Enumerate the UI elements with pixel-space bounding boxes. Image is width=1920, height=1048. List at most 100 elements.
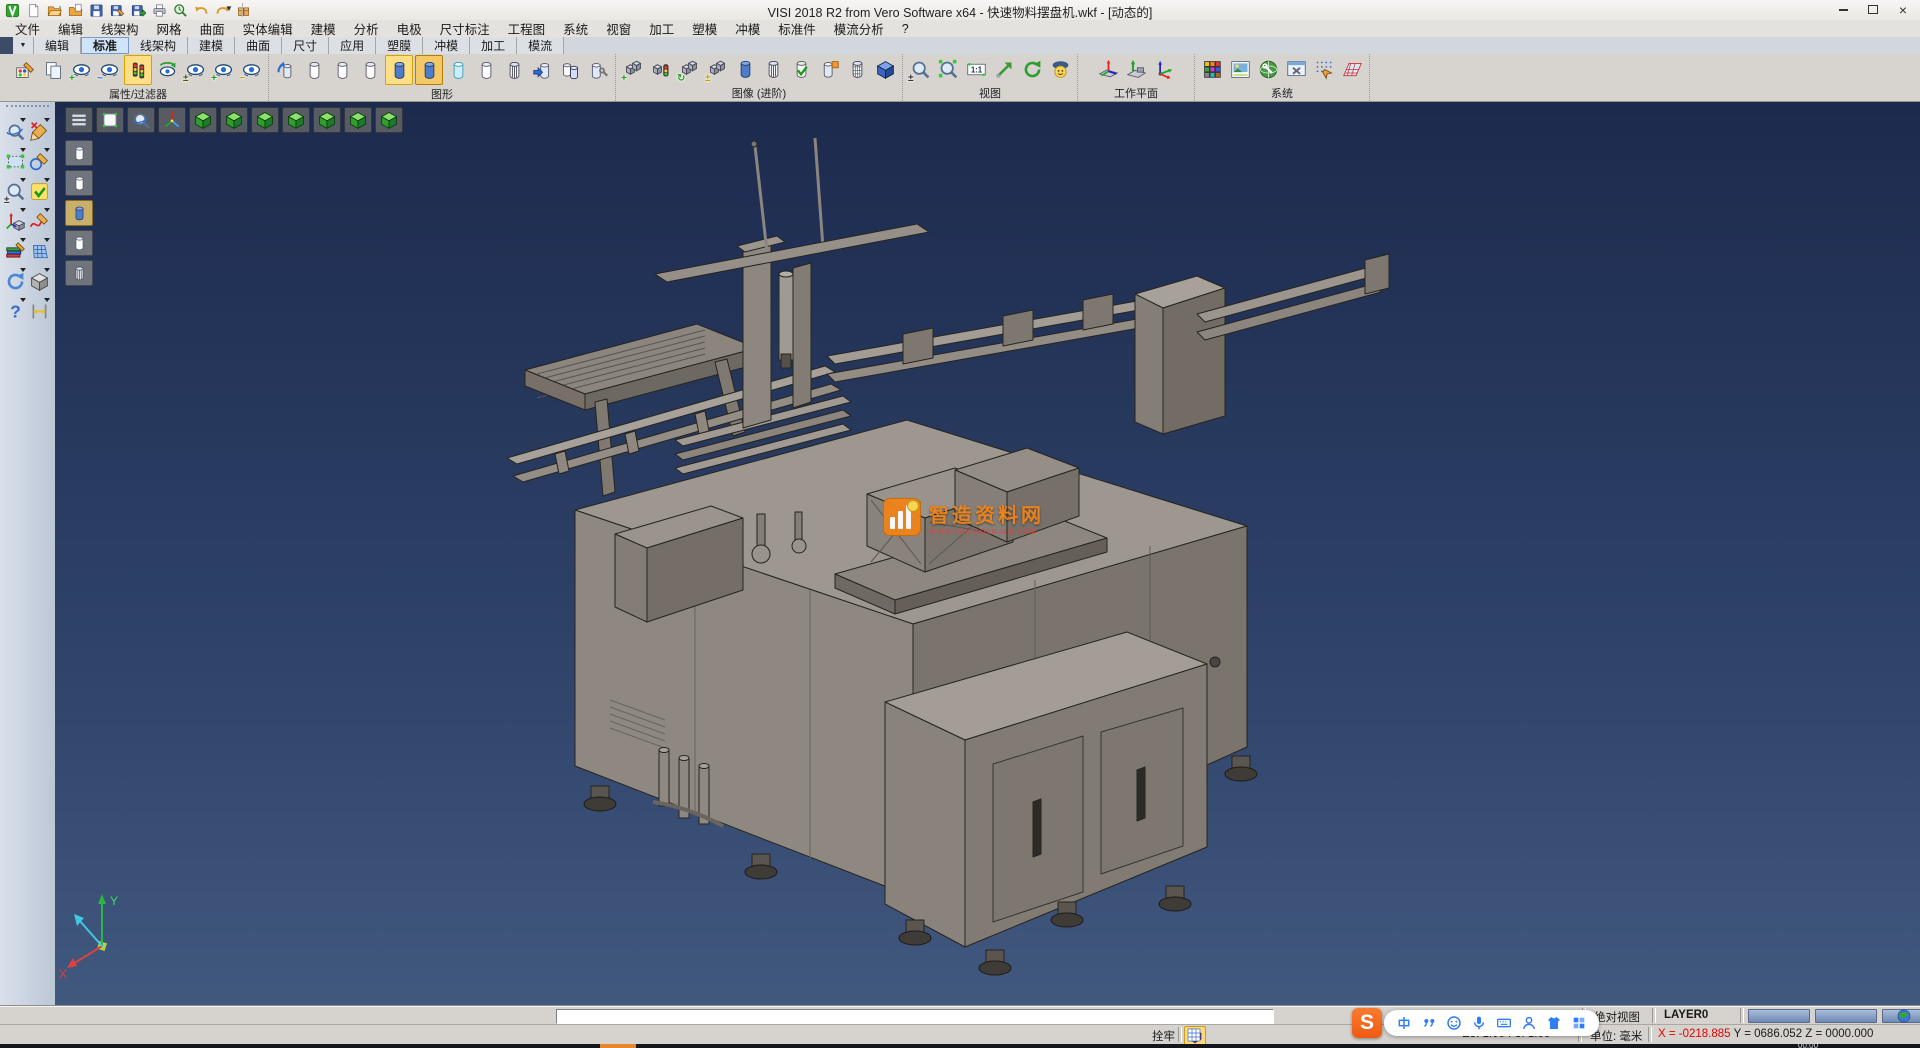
- show-hide-toggle-icon[interactable]: ±: [182, 56, 208, 84]
- tab-wireframe[interactable]: 线架构: [129, 37, 188, 54]
- zoom-dynamic-icon[interactable]: [991, 56, 1017, 84]
- group-visibility-icon[interactable]: ±: [704, 56, 730, 84]
- layer-empty-a-icon[interactable]: [301, 56, 327, 84]
- workplane-on-entity-icon[interactable]: [1123, 56, 1149, 84]
- copy-attributes-icon[interactable]: [40, 56, 66, 84]
- tab-progress[interactable]: 冲模: [423, 37, 470, 54]
- view-iso-button[interactable]: [375, 107, 403, 133]
- undo-icon[interactable]: [192, 1, 210, 19]
- help-icon[interactable]: [3, 296, 27, 326]
- tab-edit[interactable]: 编辑: [34, 37, 81, 54]
- ime-account-icon[interactable]: [1521, 1015, 1537, 1031]
- insert-file-icon[interactable]: [66, 1, 84, 19]
- circle-draw-icon[interactable]: [27, 146, 51, 176]
- workplane-rotate-icon[interactable]: [1151, 56, 1177, 84]
- tag-solid-icon[interactable]: [816, 56, 842, 84]
- show-all-icon[interactable]: +: [210, 56, 236, 84]
- tab-flow[interactable]: 模流: [517, 37, 564, 54]
- layer-slot-2[interactable]: [65, 170, 93, 196]
- menu-drawing[interactable]: 工程图: [499, 19, 555, 38]
- absolute-view-indicator[interactable]: 绝对视图: [1594, 1009, 1640, 1025]
- menu-surface[interactable]: 曲面: [191, 19, 234, 38]
- menu-edit[interactable]: 编辑: [49, 19, 92, 38]
- close-button[interactable]: ×: [1888, 0, 1918, 19]
- ime-menu-icon[interactable]: [1571, 1015, 1587, 1031]
- zoom-scale-icon[interactable]: [963, 56, 989, 84]
- ime-punctuation-icon[interactable]: [1421, 1015, 1437, 1031]
- measure-distance-icon[interactable]: [27, 296, 51, 326]
- viewport-menu-button[interactable]: [65, 107, 93, 133]
- color-settings-icon[interactable]: [1199, 56, 1225, 84]
- network-globe-icon[interactable]: [1896, 1008, 1912, 1024]
- tab-modeling[interactable]: 建模: [188, 37, 235, 54]
- copy-to-layer-icon[interactable]: [557, 56, 583, 84]
- layer-blank-icon[interactable]: [473, 56, 499, 84]
- tab-overflow-caret[interactable]: ▼: [13, 37, 34, 54]
- regen-group-icon[interactable]: ↻: [676, 56, 702, 84]
- confirm-ok-icon[interactable]: [27, 176, 51, 206]
- zoom-inout-icon[interactable]: ±: [3, 176, 27, 206]
- visi-logo[interactable]: [3, 1, 21, 19]
- command-prompt-field[interactable]: [556, 1009, 1274, 1024]
- ucs-move-icon[interactable]: [3, 206, 27, 236]
- menu-solid-edit[interactable]: 实体编辑: [234, 19, 302, 38]
- menu-analysis[interactable]: 分析: [345, 19, 388, 38]
- sogou-logo[interactable]: S: [1352, 1008, 1382, 1038]
- menu-standard-parts[interactable]: 标准件: [769, 19, 825, 38]
- attributes-edit-icon[interactable]: [12, 56, 38, 84]
- zoom-window-icon[interactable]: [935, 56, 961, 84]
- 3d-viewport[interactable]: Y X 智造资料网 WWW.ZHIZAOZILIAO.COM: [55, 102, 1920, 1006]
- ime-voice-icon[interactable]: [1471, 1015, 1487, 1031]
- tab-dimension[interactable]: 尺寸: [282, 37, 329, 54]
- view-visibility-icon[interactable]: [1047, 56, 1073, 84]
- axis-orientation-button[interactable]: [158, 107, 186, 133]
- menu-window[interactable]: 视窗: [597, 19, 640, 38]
- ime-keyboard-icon[interactable]: [1496, 1015, 1512, 1031]
- layer-manager-icon[interactable]: [585, 56, 611, 84]
- menu-system[interactable]: 系统: [554, 19, 597, 38]
- view-back-button[interactable]: [313, 107, 341, 133]
- layer-empty-c-icon[interactable]: [357, 56, 383, 84]
- attributes-stack-icon[interactable]: [3, 236, 27, 266]
- show-entities-icon[interactable]: +: [68, 56, 94, 84]
- selection-filter-icon[interactable]: [124, 55, 152, 85]
- layer-slot-3[interactable]: [65, 200, 93, 226]
- minimize-button[interactable]: [1828, 0, 1858, 19]
- snap-settings-icon[interactable]: [1311, 56, 1337, 84]
- layer-slot-4[interactable]: [65, 230, 93, 256]
- view-right-button[interactable]: [282, 107, 310, 133]
- grid-toggle-icon[interactable]: [1184, 1026, 1204, 1044]
- window-layout-icon[interactable]: [1283, 56, 1309, 84]
- zoom-window-select-icon[interactable]: [3, 146, 27, 176]
- menu-file[interactable]: 文件: [6, 19, 49, 38]
- menu-dimension[interactable]: 尺寸标注: [431, 19, 499, 38]
- grid-settings-icon[interactable]: [1339, 56, 1365, 84]
- snap-lock-label[interactable]: 拴牢: [1152, 1028, 1175, 1044]
- shaded-view-icon[interactable]: [872, 56, 898, 84]
- invert-visibility-icon[interactable]: [154, 56, 180, 84]
- zoom-preview-button[interactable]: [127, 107, 155, 133]
- print-icon[interactable]: [150, 1, 168, 19]
- menu-help[interactable]: ?: [893, 22, 918, 36]
- erase-entity-icon[interactable]: [27, 116, 51, 146]
- view-top-button[interactable]: [189, 107, 217, 133]
- tab-machining[interactable]: 加工: [470, 37, 517, 54]
- print-preview-icon[interactable]: [171, 1, 189, 19]
- ime-emoji-icon[interactable]: [1446, 1015, 1462, 1031]
- view-bottom-button[interactable]: [344, 107, 372, 133]
- save-as-icon[interactable]: [108, 1, 126, 19]
- tab-mould[interactable]: 塑膜: [376, 37, 423, 54]
- validate-solid-icon[interactable]: [788, 56, 814, 84]
- menu-mesh[interactable]: 网格: [148, 19, 191, 38]
- workplane-from-view-icon[interactable]: [1095, 56, 1121, 84]
- tab-application[interactable]: 应用: [329, 37, 376, 54]
- layer-translucent-icon[interactable]: [445, 56, 471, 84]
- refresh-view-icon[interactable]: [1019, 56, 1045, 84]
- toolbar-options-caret[interactable]: ▼: [225, 4, 233, 13]
- refresh-graphics-icon[interactable]: [273, 56, 299, 84]
- active-layer-icon[interactable]: [415, 55, 443, 85]
- solid-display-icon[interactable]: [732, 56, 758, 84]
- wireframe-display-icon[interactable]: [760, 56, 786, 84]
- add-to-group-icon[interactable]: +: [620, 56, 646, 84]
- mesh-display-icon[interactable]: [844, 56, 870, 84]
